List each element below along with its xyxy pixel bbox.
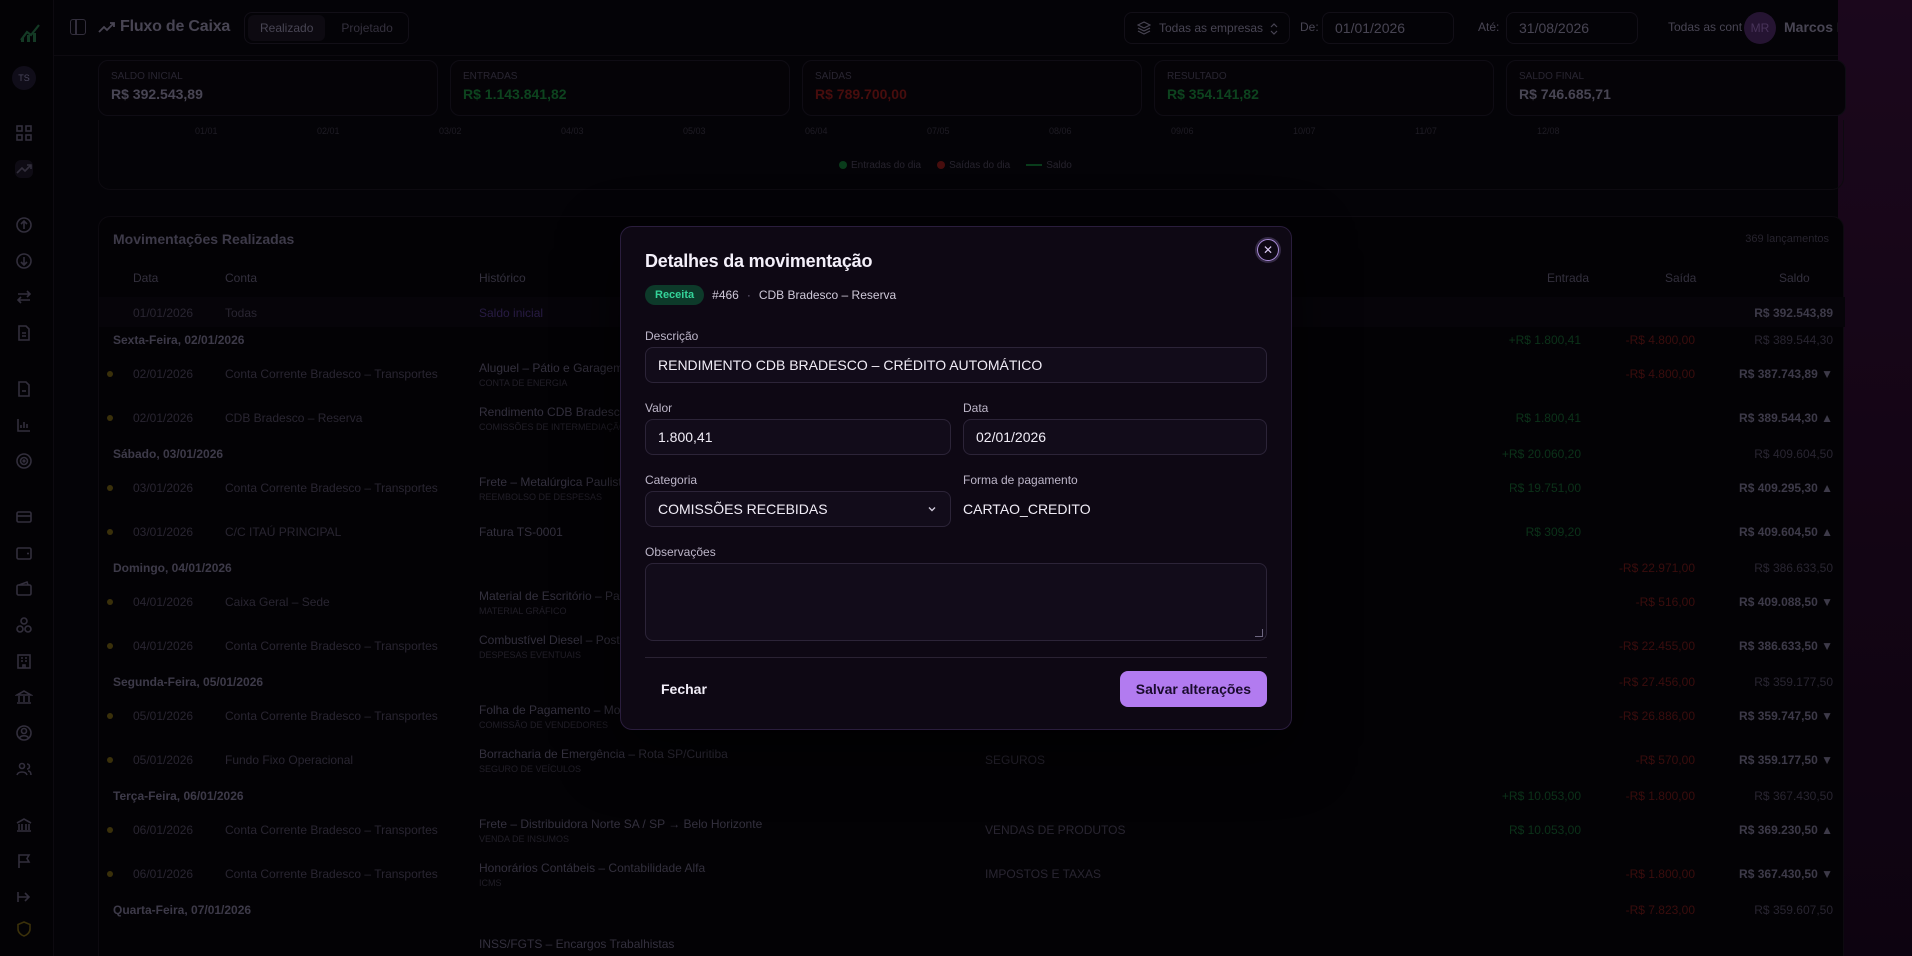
date-input[interactable]: 02/01/2026 bbox=[963, 419, 1267, 455]
movement-details-dialog: Detalhes da movimentação ✕ Receita #466 … bbox=[620, 226, 1292, 730]
dialog-meta: Receita #466 · CDB Bradesco – Reserva bbox=[645, 285, 896, 305]
payment-value: CARTAO_CREDITO bbox=[963, 501, 1091, 517]
meta-separator: · bbox=[746, 288, 751, 302]
description-input[interactable]: RENDIMENTO CDB BRADESCO – CRÉDITO AUTOMÁ… bbox=[645, 347, 1267, 383]
value-label: Valor bbox=[645, 401, 673, 415]
dialog-divider bbox=[645, 657, 1267, 658]
notes-label: Observações bbox=[645, 545, 716, 559]
dialog-title: Detalhes da movimentação bbox=[645, 251, 873, 271]
movement-number: #466 bbox=[712, 288, 739, 302]
movement-account: CDB Bradesco – Reserva bbox=[758, 288, 897, 302]
chevron-down-icon bbox=[928, 507, 936, 512]
resize-grip-icon[interactable] bbox=[1255, 629, 1263, 637]
category-label: Categoria bbox=[645, 473, 698, 487]
close-icon[interactable]: ✕ bbox=[1257, 239, 1279, 261]
category-select[interactable]: COMISSÕES RECEBIDAS bbox=[645, 491, 951, 527]
category-value: COMISSÕES RECEBIDAS bbox=[658, 501, 828, 517]
notes-textarea[interactable] bbox=[645, 563, 1267, 641]
description-label: Descrição bbox=[645, 329, 699, 343]
type-badge: Receita bbox=[645, 285, 705, 305]
close-button[interactable]: Fechar bbox=[645, 671, 723, 707]
payment-label: Forma de pagamento bbox=[963, 473, 1078, 487]
date-label: Data bbox=[963, 401, 989, 415]
save-button[interactable]: Salvar alterações bbox=[1119, 671, 1267, 707]
value-input[interactable]: 1.800,41 bbox=[645, 419, 951, 455]
